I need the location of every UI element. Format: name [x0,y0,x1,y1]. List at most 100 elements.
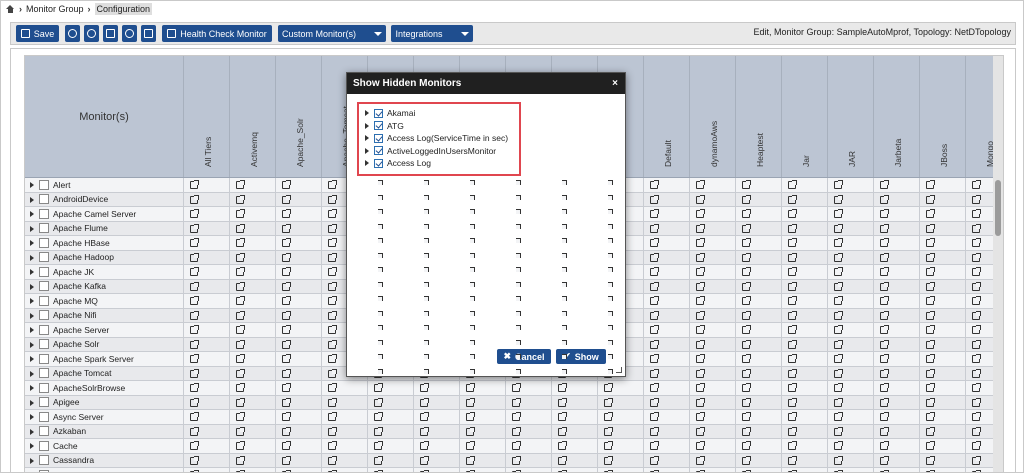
row-checkbox[interactable] [39,381,51,395]
expand-icon[interactable] [25,425,39,439]
edit-link-icon[interactable] [276,366,322,380]
expand-icon[interactable] [25,381,39,395]
expand-icon[interactable] [25,222,39,236]
edit-link-icon[interactable] [644,265,690,279]
edit-link-icon[interactable] [276,178,322,192]
row-checkbox[interactable] [39,265,51,279]
edit-link-icon[interactable] [874,381,920,395]
edit-link-icon[interactable] [644,323,690,337]
edit-link-icon[interactable] [276,265,322,279]
edit-link-icon[interactable] [184,366,230,380]
edit-link-icon[interactable] [276,192,322,206]
edit-link-icon[interactable] [828,337,874,351]
expand-icon[interactable] [25,338,39,352]
edit-link-icon[interactable] [782,381,828,395]
edit-link-icon[interactable] [460,410,506,424]
edit-link-icon[interactable] [874,323,920,337]
edit-link-icon[interactable] [230,439,276,453]
expand-icon[interactable] [25,367,39,381]
edit-link-icon[interactable] [230,294,276,308]
expand-icon[interactable] [365,147,369,154]
edit-link-icon[interactable] [184,352,230,366]
edit-link-icon[interactable] [184,279,230,293]
edit-link-icon[interactable] [184,236,230,250]
edit-link-icon[interactable] [552,424,598,438]
clipboard-button[interactable] [141,25,156,42]
edit-link-icon[interactable] [184,221,230,235]
edit-link-icon[interactable] [552,381,598,395]
edit-link-icon[interactable] [828,453,874,467]
edit-link-icon[interactable] [552,453,598,467]
edit-link-icon[interactable] [322,468,368,472]
edit-link-icon[interactable] [782,279,828,293]
edit-link-icon[interactable] [552,468,598,472]
edit-link-icon[interactable] [230,410,276,424]
edit-link-icon[interactable] [874,308,920,322]
edit-link-icon[interactable] [276,395,322,409]
edit-link-icon[interactable] [920,381,966,395]
edit-link-icon[interactable] [276,221,322,235]
edit-link-icon[interactable] [736,323,782,337]
row-checkbox[interactable] [39,454,51,468]
edit-link-icon[interactable] [828,236,874,250]
edit-link-icon[interactable] [828,294,874,308]
edit-link-icon[interactable] [368,410,414,424]
home-icon[interactable] [6,5,15,13]
edit-link-icon[interactable] [644,410,690,424]
edit-link-icon[interactable] [828,468,874,472]
edit-link-icon[interactable] [828,410,874,424]
integrations-dropdown[interactable]: Integrations [391,25,473,42]
edit-link-icon[interactable] [690,424,736,438]
settings-button[interactable] [122,25,137,42]
row-checkbox[interactable] [39,207,51,221]
edit-link-icon[interactable] [598,395,644,409]
edit-link-icon[interactable] [828,308,874,322]
edit-link-icon[interactable] [184,453,230,467]
edit-link-icon[interactable] [184,410,230,424]
edit-link-icon[interactable] [598,410,644,424]
edit-link-icon[interactable] [782,250,828,264]
edit-link-icon[interactable] [874,250,920,264]
edit-link-icon[interactable] [184,308,230,322]
edit-link-icon[interactable] [782,192,828,206]
edit-link-icon[interactable] [736,236,782,250]
edit-link-icon[interactable] [414,381,460,395]
edit-link-icon[interactable] [736,439,782,453]
edit-link-icon[interactable] [736,352,782,366]
edit-link-icon[interactable] [736,178,782,192]
row-checkbox[interactable] [39,367,51,381]
row-checkbox[interactable] [39,280,51,294]
edit-link-icon[interactable] [644,236,690,250]
edit-link-icon[interactable] [920,410,966,424]
edit-link-icon[interactable] [230,265,276,279]
show-button[interactable] [84,25,99,42]
edit-link-icon[interactable] [322,410,368,424]
edit-link-icon[interactable] [276,323,322,337]
edit-link-icon[interactable] [874,207,920,221]
edit-link-icon[interactable] [782,468,828,472]
edit-link-icon[interactable] [828,250,874,264]
edit-link-icon[interactable] [828,207,874,221]
edit-link-icon[interactable] [874,265,920,279]
edit-link-icon[interactable] [322,439,368,453]
edit-link-icon[interactable] [920,178,966,192]
edit-link-icon[interactable] [552,395,598,409]
edit-link-icon[interactable] [230,207,276,221]
edit-link-icon[interactable] [230,221,276,235]
edit-link-icon[interactable] [184,381,230,395]
edit-link-icon[interactable] [414,424,460,438]
edit-link-icon[interactable] [184,265,230,279]
edit-link-icon[interactable] [690,381,736,395]
edit-link-icon[interactable] [276,410,322,424]
edit-link-icon[interactable] [736,192,782,206]
edit-link-icon[interactable] [230,308,276,322]
edit-link-icon[interactable] [460,424,506,438]
edit-link-icon[interactable] [276,381,322,395]
edit-link-icon[interactable] [368,439,414,453]
edit-link-icon[interactable] [782,323,828,337]
edit-link-icon[interactable] [736,337,782,351]
edit-link-icon[interactable] [782,221,828,235]
edit-link-icon[interactable] [414,453,460,467]
edit-link-icon[interactable] [690,352,736,366]
edit-link-icon[interactable] [414,468,460,472]
